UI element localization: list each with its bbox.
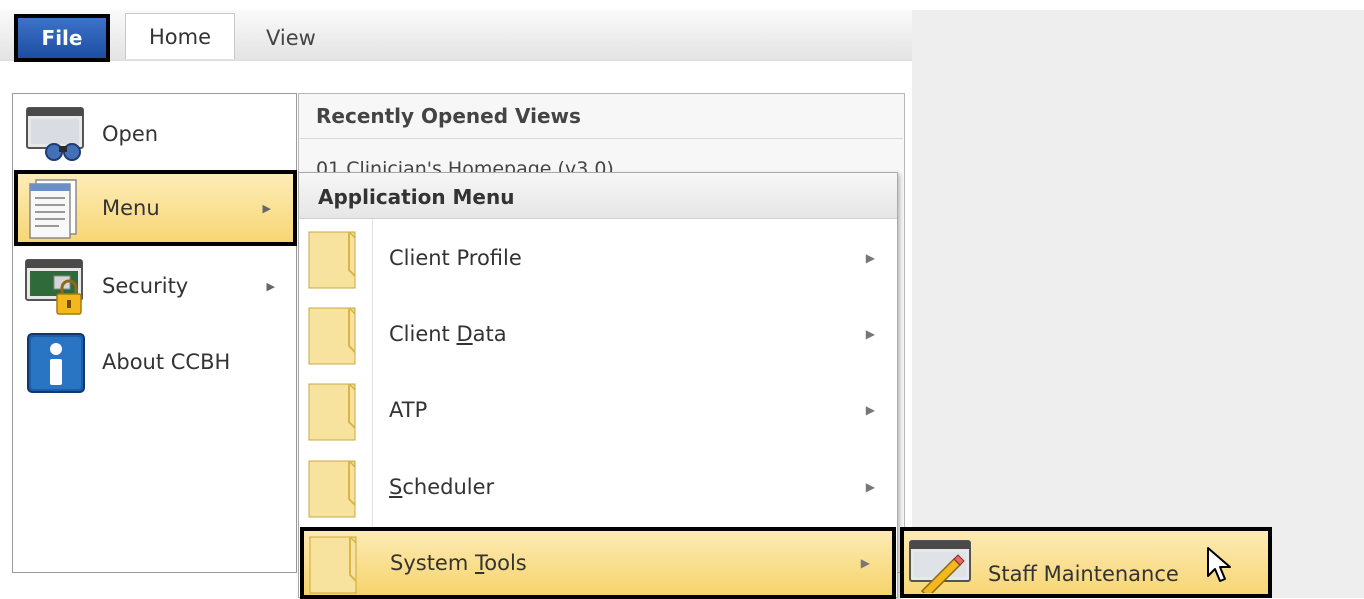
file-menu-item-security[interactable]: Security ▶ <box>14 248 297 324</box>
app-menu-item-atp[interactable]: ATP ▶ <box>299 372 897 448</box>
chevron-right-icon: ▶ <box>266 279 275 293</box>
document-list-icon <box>24 176 88 240</box>
chevron-right-icon: ▶ <box>860 556 870 570</box>
app-menu-item-client-data[interactable]: Client Data ▶ <box>299 296 897 372</box>
submenu-item-label: Staff Maintenance <box>988 561 1179 586</box>
app-menu-item-client-profile[interactable]: Client Profile ▶ <box>299 220 897 296</box>
folder-icon <box>309 536 357 594</box>
app-menu-item-label: ATP <box>389 398 428 422</box>
chevron-right-icon: ▶ <box>262 201 271 215</box>
app-menu-item-system-tools[interactable]: System Tools ▶ <box>300 527 896 599</box>
info-icon <box>24 330 88 394</box>
app-menu-item-label: Client Profile <box>389 246 522 270</box>
file-menu-item-open[interactable]: Open <box>14 96 297 172</box>
tab-view[interactable]: View <box>266 20 316 56</box>
divider <box>300 138 903 139</box>
file-menu-item-label: About CCBH <box>102 350 231 374</box>
file-menu-item-label: Menu <box>102 196 160 220</box>
application-menu-title: Application Menu <box>318 185 515 209</box>
file-menu-item-label: Security <box>102 274 189 298</box>
folder-icon <box>308 383 356 441</box>
mouse-cursor-icon <box>1207 547 1231 582</box>
open-binoculars-icon <box>24 102 88 166</box>
background-area <box>912 10 1364 598</box>
tab-file[interactable]: File <box>14 14 110 62</box>
app-menu-item-label: Scheduler <box>389 475 495 499</box>
chevron-right-icon: ▶ <box>865 480 875 494</box>
app-menu-item-scheduler[interactable]: Scheduler ▶ <box>299 449 897 525</box>
file-menu-item-label: Open <box>102 122 159 146</box>
folder-icon <box>308 460 356 518</box>
chevron-right-icon: ▶ <box>865 327 875 341</box>
recent-views-title: Recently Opened Views <box>316 104 581 128</box>
file-menu-item-menu[interactable]: Menu ▶ <box>14 170 297 246</box>
folder-icon <box>308 231 356 289</box>
app-menu-item-label: Client Data <box>389 322 507 346</box>
chevron-right-icon: ▶ <box>865 403 875 417</box>
security-lock-icon <box>24 254 88 318</box>
chevron-right-icon: ▶ <box>865 251 875 265</box>
file-menu-item-about[interactable]: About CCBH <box>14 324 297 400</box>
folder-icon <box>308 307 356 365</box>
tab-home[interactable]: Home <box>125 13 235 59</box>
staff-maintenance-icon <box>909 539 971 593</box>
app-menu-item-label: System Tools <box>390 551 527 575</box>
